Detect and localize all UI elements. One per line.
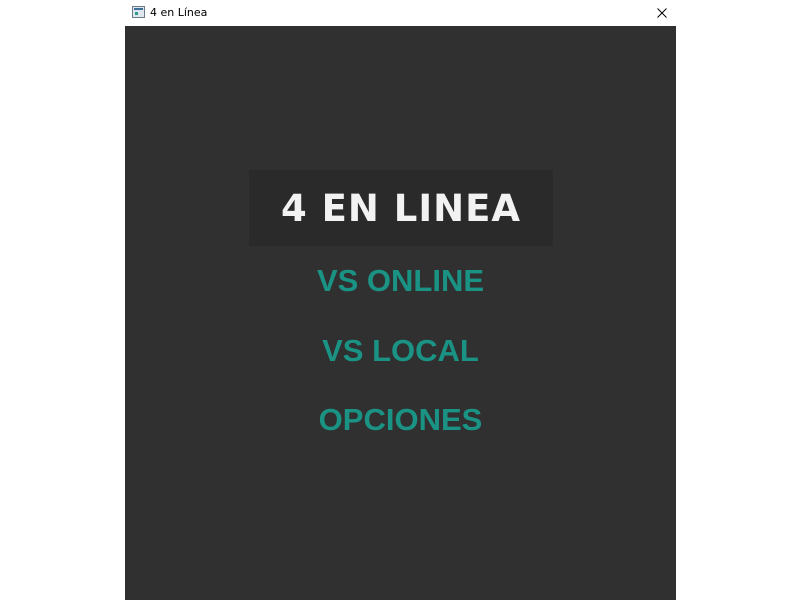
window-titlebar[interactable]: 4 en Línea — [125, 0, 676, 26]
title-panel: 4 EN LINEA — [249, 170, 553, 246]
game-window: 4 en Línea 4 EN LINEA VS ONLINE VS LOCAL… — [125, 0, 676, 600]
options-button[interactable]: OPCIONES — [125, 402, 676, 438]
main-menu: 4 EN LINEA VS ONLINE VS LOCAL OPCIONES — [125, 26, 676, 600]
window-title: 4 en Línea — [150, 6, 208, 19]
vs-online-button[interactable]: VS ONLINE — [125, 263, 676, 299]
app-icon — [132, 6, 145, 18]
vs-local-button[interactable]: VS LOCAL — [125, 333, 676, 369]
close-icon — [657, 8, 667, 18]
game-title: 4 EN LINEA — [281, 187, 521, 230]
close-button[interactable] — [648, 0, 676, 26]
